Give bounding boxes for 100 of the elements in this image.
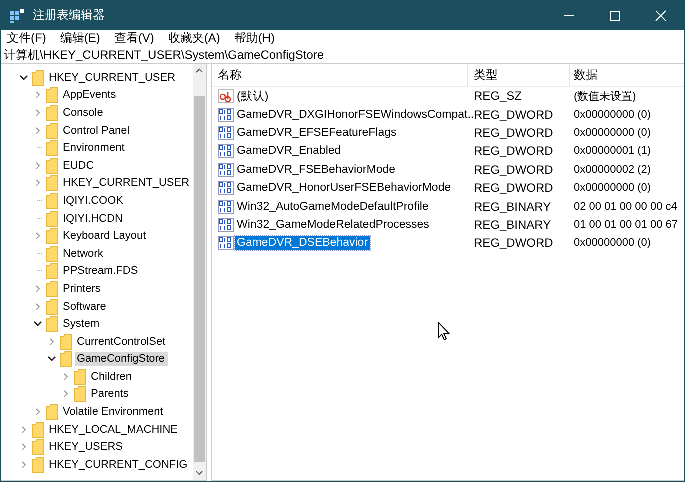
expand-chevron-icon[interactable] <box>19 442 29 452</box>
folder-icon <box>32 70 44 86</box>
binary-value-icon <box>218 200 234 214</box>
folder-icon <box>46 316 58 332</box>
table-cell-text: REG_DWORD <box>473 126 554 140</box>
table-cell-text: REG_DWORD <box>473 162 554 177</box>
table-cell-text: REG_SZ <box>473 89 524 104</box>
table-cell-text: REG_DWORD <box>473 181 554 196</box>
tree-item[interactable]: HKEY_CURRENT_USER <box>47 70 179 85</box>
tree-item[interactable]: Network <box>61 246 106 261</box>
tree-item[interactable]: GameConfigStore <box>75 352 168 366</box>
tree-item[interactable]: Keyboard Layout <box>61 229 150 244</box>
value-name[interactable]: GameDVR_DSEBehavior <box>235 236 370 250</box>
folder-icon <box>46 158 58 174</box>
folder-icon <box>46 175 58 192</box>
window-title: 注册表编辑器 <box>33 7 106 24</box>
folder-icon <box>32 422 44 438</box>
expand-chevron-icon[interactable] <box>33 231 43 242</box>
menu-item[interactable]: 帮助(H) <box>232 30 281 47</box>
folder-icon <box>46 104 58 121</box>
table-cell-text: REG_BINARY <box>473 200 552 214</box>
tree-item[interactable]: AppEvents <box>61 88 120 102</box>
tree-item[interactable]: Control Panel <box>61 124 133 138</box>
expand-chevron-icon[interactable] <box>33 160 43 171</box>
value-name[interactable]: Win32_GameModeRelatedProcesses <box>235 218 432 232</box>
folder-icon <box>32 456 44 473</box>
tree-item[interactable]: HKEY_CURRENT_USER <box>61 176 193 190</box>
expand-chevron-icon[interactable] <box>33 126 43 136</box>
expand-chevron-icon[interactable] <box>33 178 43 188</box>
tree-item[interactable]: Printers <box>61 282 104 296</box>
table-cell-text: 0x00000000 (0) <box>573 126 652 139</box>
table-cell-text: 01 00 01 00 01 00 67 <box>573 218 679 231</box>
tree-item[interactable]: PPStream.FDS <box>61 264 142 278</box>
value-name[interactable]: GameDVR_FSEBehaviorMode <box>235 162 398 177</box>
tree-item[interactable]: EUDC <box>61 158 98 173</box>
expand-chevron-icon[interactable] <box>19 460 29 470</box>
tree-item[interactable]: IQIYI.HCDN <box>61 212 126 226</box>
table-cell-text: 0x00000000 (0) <box>573 237 652 250</box>
string-value-icon <box>218 89 234 104</box>
registry-icon <box>9 8 25 24</box>
folder-icon <box>46 263 58 280</box>
expand-chevron-icon[interactable] <box>47 336 57 347</box>
expand-chevron-icon[interactable] <box>33 90 43 100</box>
folder-icon <box>46 246 58 262</box>
table-cell-text: 0x00000002 (2) <box>573 164 652 176</box>
value-name[interactable]: Win32_AutoGameModeDefaultProfile <box>235 200 431 214</box>
value-name[interactable]: GameDVR_Enabled <box>235 144 344 158</box>
column-header[interactable]: 数据 <box>570 64 684 86</box>
table-cell-text: REG_BINARY <box>473 218 552 232</box>
tree-item[interactable]: Environment <box>61 141 128 156</box>
folder-icon <box>46 228 58 244</box>
tree-item[interactable]: Children <box>89 370 135 384</box>
folder-icon <box>60 334 72 350</box>
column-header[interactable]: 类型 <box>468 64 570 86</box>
binary-value-icon <box>218 236 234 250</box>
binary-value-icon <box>218 126 234 140</box>
table-cell-text: (数值未设置) <box>573 90 638 104</box>
menu-item[interactable]: 查看(V) <box>112 30 160 47</box>
binary-value-icon <box>218 162 234 177</box>
binary-value-icon <box>218 108 234 122</box>
tree-item[interactable]: HKEY_USERS <box>47 440 126 454</box>
tree-item[interactable]: CurrentControlSet <box>75 334 169 349</box>
value-name[interactable]: GameDVR_HonorUserFSEBehaviorMode <box>235 181 454 196</box>
collapse-chevron-icon[interactable] <box>19 72 29 83</box>
expand-chevron-icon[interactable] <box>61 389 71 400</box>
folder-icon <box>46 298 58 315</box>
expand-chevron-icon[interactable] <box>33 407 43 418</box>
expand-chevron-icon[interactable] <box>33 108 43 118</box>
expand-chevron-icon[interactable] <box>61 372 71 382</box>
column-header[interactable]: 名称 <box>212 64 468 86</box>
table-cell-text: 02 00 01 00 00 00 c4 <box>573 200 678 213</box>
value-name[interactable]: GameDVR_EFSEFeatureFlags <box>235 126 399 140</box>
menu-item[interactable]: 收藏夹(A) <box>166 30 226 47</box>
folder-icon <box>46 140 58 156</box>
tree-item[interactable]: IQIYI.COOK <box>61 194 127 208</box>
tree-item[interactable]: Console <box>61 106 106 120</box>
scrollbar-thumb[interactable] <box>194 96 205 462</box>
binary-value-icon <box>218 144 234 158</box>
expand-chevron-icon[interactable] <box>33 284 43 294</box>
table-cell-text: REG_DWORD <box>473 236 554 250</box>
address-field[interactable]: 计算机\HKEY_CURRENT_USER\System\GameConfigStore <box>1 47 684 64</box>
tree-item[interactable]: Volatile Environment <box>61 405 166 420</box>
tree-item[interactable]: Software <box>61 300 110 314</box>
tree-item[interactable]: System <box>61 317 103 332</box>
tree-item[interactable]: HKEY_CURRENT_CONFIG <box>47 458 191 472</box>
mouse-cursor-icon <box>438 322 450 341</box>
value-name[interactable]: (默认) <box>235 88 271 105</box>
menu-item[interactable]: 编辑(E) <box>58 30 106 47</box>
table-cell-text: 0x00000000 (0) <box>573 108 652 121</box>
tree-item[interactable]: HKEY_LOCAL_MACHINE <box>47 422 181 437</box>
menu-item[interactable]: 文件(F) <box>5 30 52 47</box>
expand-chevron-icon[interactable] <box>33 302 43 312</box>
folder-icon <box>46 280 58 297</box>
folder-icon <box>46 210 58 227</box>
binary-value-icon <box>218 181 234 196</box>
folder-icon <box>74 386 86 402</box>
tree-item[interactable]: Parents <box>89 387 132 402</box>
folder-icon <box>46 192 58 209</box>
expand-chevron-icon[interactable] <box>19 424 29 435</box>
folder-icon <box>74 368 86 385</box>
